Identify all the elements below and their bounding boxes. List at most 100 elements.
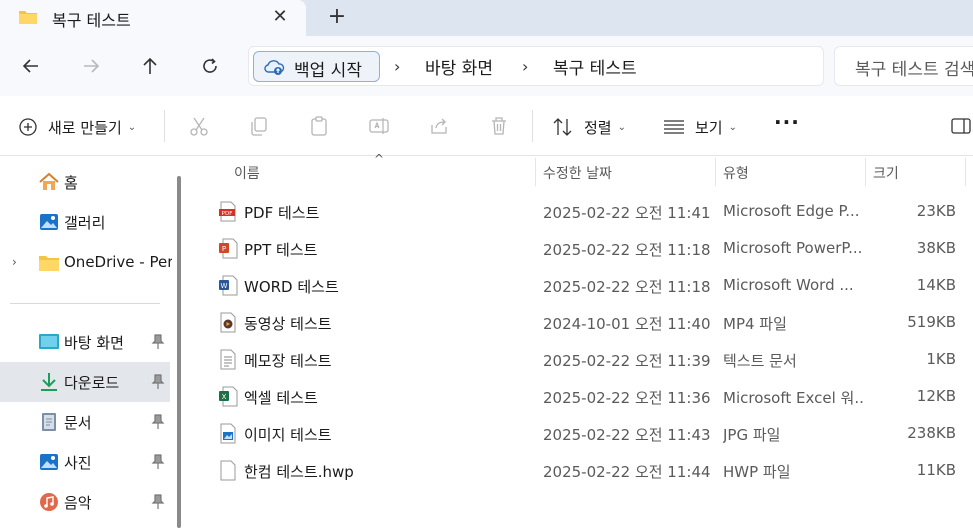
search-box[interactable]: 복구 테스트 검색 — [834, 46, 973, 86]
tab-active[interactable]: 복구 테스트 ✕ — [0, 0, 306, 36]
pin-icon[interactable] — [151, 414, 165, 430]
sidebar-item-documents[interactable]: 문서 — [0, 402, 170, 442]
file-modified: 2024-10-01 오전 11:40 — [543, 315, 711, 333]
column-header-type[interactable]: 유형 — [723, 163, 749, 193]
table-row[interactable]: X 엑셀 테스트 2025-02-22 오전 11:36 Microsoft E… — [190, 378, 973, 415]
sort-icon — [553, 118, 572, 136]
sort-button[interactable]: 정렬 ⌄ — [552, 116, 626, 138]
sidebar-item-label: 갤러리 — [64, 214, 106, 232]
gallery-icon — [40, 214, 58, 230]
chevron-down-icon: ⌄ — [617, 121, 626, 133]
address-bar[interactable]: 백업 시작 › 바탕 화면 › 복구 테스트 — [248, 46, 824, 86]
cut-icon[interactable] — [188, 115, 210, 137]
up-button[interactable] — [138, 54, 162, 78]
svg-text:P: P — [222, 245, 226, 253]
forward-button[interactable] — [79, 54, 103, 78]
sidebar-item-label: 홈 — [64, 174, 78, 192]
sidebar-item-music[interactable]: 음악 — [0, 482, 170, 522]
column-divider[interactable] — [865, 158, 866, 186]
document-icon — [42, 413, 56, 431]
table-row[interactable]: PDF PDF 테스트 2025-02-22 오전 11:41 Microsof… — [190, 193, 973, 230]
table-row[interactable]: 메모장 테스트 2025-02-22 오전 11:39 텍스트 문서 1KB — [190, 341, 973, 378]
more-options-icon[interactable]: ··· — [774, 110, 800, 134]
new-button[interactable]: 새로 만들기 ⌄ — [18, 116, 136, 138]
close-icon[interactable]: ✕ — [270, 7, 290, 27]
breadcrumb-current[interactable]: 복구 테스트 — [553, 54, 637, 79]
rename-icon[interactable] — [368, 115, 390, 137]
share-icon[interactable] — [428, 115, 450, 137]
file-modified: 2025-02-22 오전 11:18 — [543, 278, 711, 296]
new-tab-button[interactable]: + — [326, 6, 348, 28]
sidebar-item-desktop[interactable]: 바탕 화면 — [0, 322, 170, 362]
table-row[interactable]: 동영상 테스트 2024-10-01 오전 11:40 MP4 파일 519KB — [190, 304, 973, 341]
chevron-right-icon[interactable]: › — [12, 255, 17, 269]
pin-icon[interactable] — [151, 454, 165, 470]
view-label: 보기 — [695, 118, 723, 137]
column-header-modified[interactable]: 수정한 날짜 — [543, 163, 612, 193]
column-divider[interactable] — [535, 158, 536, 186]
music-icon — [40, 493, 58, 511]
table-row[interactable]: P PPT 테스트 2025-02-22 오전 11:18 Microsoft … — [190, 230, 973, 267]
pdf-file-icon: PDF — [219, 201, 236, 222]
tab-title: 복구 테스트 — [52, 11, 131, 30]
file-type: JPG 파일 — [723, 426, 781, 444]
column-divider[interactable] — [715, 158, 716, 186]
backup-button[interactable]: 백업 시작 — [253, 51, 380, 82]
sort-ascending-icon: ^ — [374, 152, 385, 166]
toolbar-divider — [532, 110, 533, 142]
table-row[interactable]: W WORD 테스트 2025-02-22 오전 11:18 Microsoft… — [190, 267, 973, 304]
column-header-name[interactable]: 이름 — [234, 163, 260, 193]
pin-icon[interactable] — [151, 374, 165, 390]
backup-label: 백업 시작 — [294, 61, 362, 81]
navigation-pane: 홈 갤러리 › OneDrive - Personal 바탕 화면 다운로드 문… — [0, 156, 178, 531]
file-name: 이미지 테스트 — [244, 426, 332, 444]
column-header-size[interactable]: 크기 — [873, 163, 899, 193]
excel-file-icon: X — [219, 386, 238, 407]
download-icon — [41, 373, 57, 391]
view-button[interactable]: 보기 ⌄ — [663, 116, 737, 138]
file-modified: 2025-02-22 오전 11:44 — [543, 463, 711, 481]
table-row[interactable]: 한컴 테스트.hwp 2025-02-22 오전 11:44 HWP 파일 11… — [190, 452, 973, 489]
file-size: 12KB — [916, 387, 956, 405]
ppt-file-icon: P — [219, 238, 238, 259]
svg-text:W: W — [221, 282, 228, 290]
hwp-file-icon — [220, 460, 236, 481]
breadcrumb-desktop[interactable]: 바탕 화면 — [425, 54, 493, 79]
sidebar-item-pictures[interactable]: 사진 — [0, 442, 170, 482]
home-icon — [39, 172, 59, 190]
sidebar-item-gallery[interactable]: 갤러리 — [0, 202, 170, 242]
file-type: Microsoft Word ... — [723, 276, 854, 294]
file-size: 1KB — [926, 350, 956, 368]
delete-icon[interactable] — [488, 115, 510, 137]
refresh-button[interactable] — [198, 54, 222, 78]
arrow-up-icon — [143, 57, 157, 74]
back-button[interactable] — [19, 54, 43, 78]
copy-icon[interactable] — [248, 115, 270, 137]
file-name: WORD 테스트 — [244, 278, 339, 296]
navigation-bar: 백업 시작 › 바탕 화면 › 복구 테스트 복구 테스트 검색 — [0, 36, 973, 96]
file-size: 238KB — [907, 424, 956, 442]
search-input[interactable]: 복구 테스트 검색 — [855, 55, 973, 80]
toolbar-divider — [164, 110, 165, 142]
file-size: 23KB — [916, 202, 956, 220]
sidebar-item-home[interactable]: 홈 — [0, 162, 170, 202]
file-type: Microsoft Edge P... — [723, 202, 860, 220]
sidebar-scrollbar[interactable] — [177, 176, 181, 528]
chevron-right-icon: › — [394, 57, 401, 76]
pin-icon[interactable] — [151, 494, 165, 510]
paste-icon[interactable] — [308, 115, 330, 137]
file-modified: 2025-02-22 오전 11:18 — [543, 241, 711, 259]
column-divider[interactable] — [965, 158, 966, 186]
details-pane-icon[interactable] — [950, 115, 972, 137]
sidebar-item-label: OneDrive - Personal — [64, 253, 172, 271]
table-row[interactable]: 이미지 테스트 2025-02-22 오전 11:43 JPG 파일 238KB — [190, 415, 973, 452]
pin-icon[interactable] — [151, 334, 165, 350]
file-size: 11KB — [916, 461, 956, 479]
plus-circle-icon — [19, 118, 37, 136]
file-size: 38KB — [916, 239, 956, 257]
file-type: HWP 파일 — [723, 463, 791, 481]
file-size: 14KB — [916, 276, 956, 294]
sidebar-divider — [10, 303, 160, 304]
sidebar-item-onedrive[interactable]: › OneDrive - Personal — [0, 243, 172, 283]
sidebar-item-downloads[interactable]: 다운로드 — [0, 362, 170, 402]
